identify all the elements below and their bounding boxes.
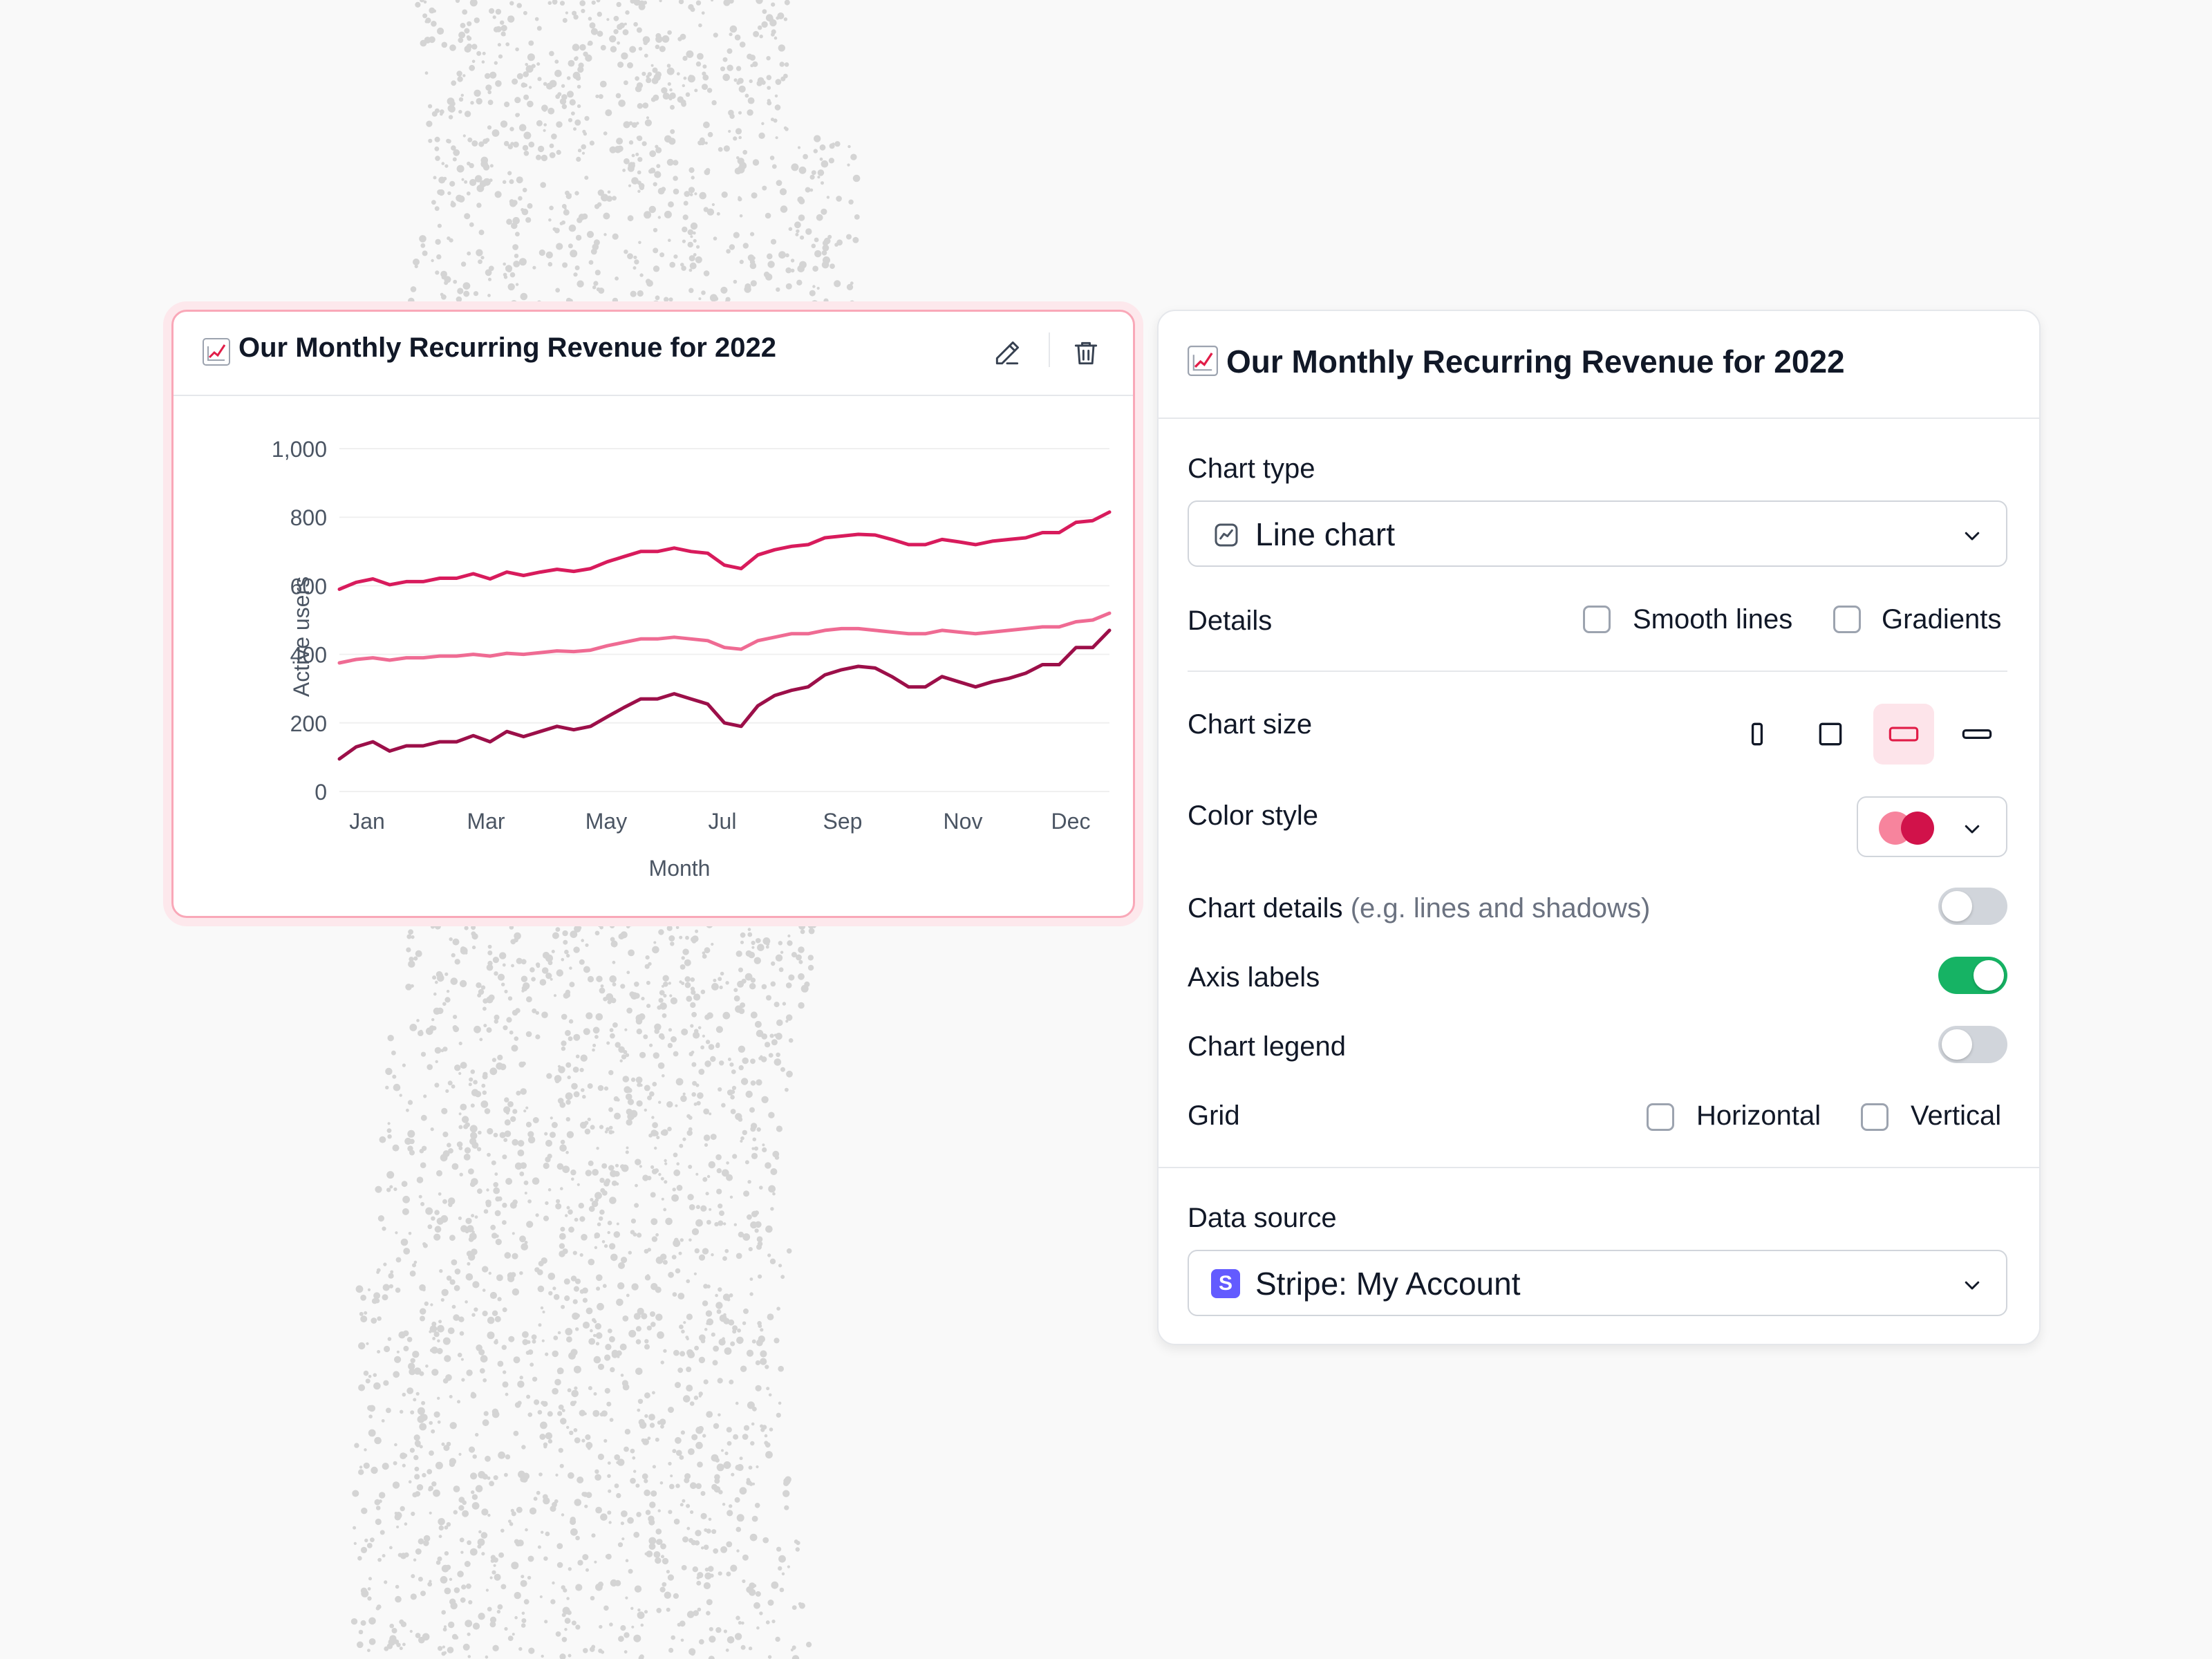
color-style-label: Color style bbox=[1188, 800, 1318, 831]
chart-type-label: Chart type bbox=[1188, 453, 1315, 484]
x-tick-label: Dec bbox=[1051, 809, 1091, 834]
vertical-grid-checkbox[interactable] bbox=[1861, 1103, 1888, 1131]
x-tick-label: May bbox=[585, 809, 627, 834]
size-banner-button[interactable] bbox=[1947, 704, 2007, 765]
x-tick-label: Mar bbox=[467, 809, 505, 834]
data-source-select[interactable]: S Stripe: My Account bbox=[1188, 1250, 2007, 1316]
stripe-logo-icon: S bbox=[1211, 1269, 1240, 1298]
size-wide-button[interactable] bbox=[1873, 704, 1934, 765]
y-tick-label: 800 bbox=[290, 505, 327, 530]
line-chart-icon bbox=[1215, 523, 1238, 547]
chart-legend-label: Chart legend bbox=[1188, 1031, 1347, 1062]
section-divider bbox=[1159, 1167, 2039, 1168]
chart-card[interactable]: Our Monthly Recurring Revenue for 2022 0… bbox=[171, 310, 1135, 918]
chevron-down-icon bbox=[1965, 532, 1980, 541]
axis-labels-toggle[interactable] bbox=[1938, 957, 2007, 994]
panel-header: Our Monthly Recurring Revenue for 2022 bbox=[1159, 311, 2039, 419]
chart-details-text: Chart details bbox=[1188, 893, 1343, 924]
banner-size-icon bbox=[1962, 729, 1992, 739]
gradients-checkbox[interactable] bbox=[1833, 606, 1861, 633]
size-square-button[interactable] bbox=[1800, 704, 1861, 765]
color-style-select[interactable] bbox=[1857, 796, 2007, 857]
smooth-lines-label: Smooth lines bbox=[1633, 604, 1793, 635]
series-line bbox=[337, 510, 1112, 591]
wide-size-icon bbox=[1888, 727, 1919, 742]
x-tick-label: Jul bbox=[709, 809, 737, 834]
chart-details-label: Chart details (e.g. lines and shadows) bbox=[1188, 893, 1650, 924]
grid-label: Grid bbox=[1188, 1100, 1240, 1131]
panel-title: Our Monthly Recurring Revenue for 2022 bbox=[1226, 344, 1845, 379]
section-divider bbox=[1188, 671, 2007, 672]
chart-details-hint: (e.g. lines and shadows) bbox=[1350, 893, 1651, 924]
horizontal-grid-checkbox[interactable] bbox=[1647, 1103, 1674, 1131]
series-line bbox=[337, 628, 1112, 761]
x-tick-label: Jan bbox=[349, 809, 385, 834]
data-source-value: Stripe: My Account bbox=[1255, 1266, 1521, 1302]
chart-type-value: Line chart bbox=[1255, 516, 1396, 552]
vertical-label: Vertical bbox=[1911, 1100, 2002, 1131]
y-tick-label: 1,000 bbox=[272, 437, 327, 462]
portrait-size-icon bbox=[1751, 722, 1763, 746]
chevron-down-icon bbox=[1965, 1281, 1980, 1290]
chart-size-label: Chart size bbox=[1188, 709, 1313, 740]
x-tick-label: Nov bbox=[944, 809, 983, 834]
y-axis-title: Active users bbox=[289, 577, 314, 697]
size-portrait-button[interactable] bbox=[1727, 704, 1788, 765]
y-tick-label: 0 bbox=[315, 780, 327, 805]
horizontal-label: Horizontal bbox=[1696, 1100, 1821, 1131]
chart-type-select[interactable]: Line chart bbox=[1188, 500, 2007, 567]
toggle-knob bbox=[1974, 960, 2004, 991]
chart-increasing-icon bbox=[1188, 346, 1218, 376]
data-source-label: Data source bbox=[1188, 1203, 1337, 1233]
gradients-label: Gradients bbox=[1882, 604, 2002, 635]
details-label: Details bbox=[1188, 606, 1273, 636]
x-tick-label: Sep bbox=[823, 809, 863, 834]
toggle-knob bbox=[1942, 891, 1972, 921]
line-chart: 02004006008001,000Jan Mar May Jul Sep Nov DecM… bbox=[272, 437, 1112, 881]
chart-details-toggle[interactable] bbox=[1938, 888, 2007, 925]
chart-legend-toggle[interactable] bbox=[1938, 1026, 2007, 1063]
axis-labels-label: Axis labels bbox=[1188, 962, 1320, 993]
x-axis-title: Month bbox=[649, 856, 711, 881]
color-swatch bbox=[1879, 812, 1934, 845]
chart-settings-panel: Our Monthly Recurring Revenue for 2022 C… bbox=[1157, 310, 2041, 1345]
y-tick-label: 200 bbox=[290, 711, 327, 736]
series-line bbox=[337, 611, 1112, 665]
square-size-icon bbox=[1819, 722, 1842, 746]
smooth-lines-checkbox[interactable] bbox=[1583, 606, 1611, 633]
chevron-down-icon bbox=[1965, 825, 1980, 834]
toggle-knob bbox=[1942, 1029, 1972, 1060]
